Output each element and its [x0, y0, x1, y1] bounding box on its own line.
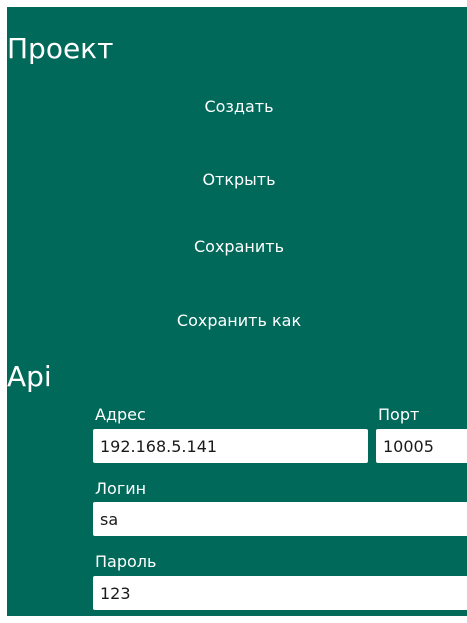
port-label: Порт [378, 405, 420, 424]
login-label: Логин [95, 479, 147, 498]
port-input[interactable] [376, 429, 467, 463]
open-button[interactable]: Открыть [7, 169, 467, 191]
save-button[interactable]: Сохранить [7, 236, 467, 258]
create-button[interactable]: Создать [7, 96, 467, 118]
password-input[interactable] [93, 576, 467, 610]
save-as-button[interactable]: Сохранить как [7, 310, 467, 332]
address-input[interactable] [93, 429, 368, 463]
address-label: Адрес [95, 405, 146, 424]
password-label: Пароль [95, 552, 157, 571]
login-input[interactable] [93, 502, 467, 536]
api-section-title: Api [7, 360, 52, 393]
settings-panel: Проект Создать Открыть Сохранить Сохрани… [7, 7, 467, 616]
project-section-title: Проект [7, 32, 114, 65]
